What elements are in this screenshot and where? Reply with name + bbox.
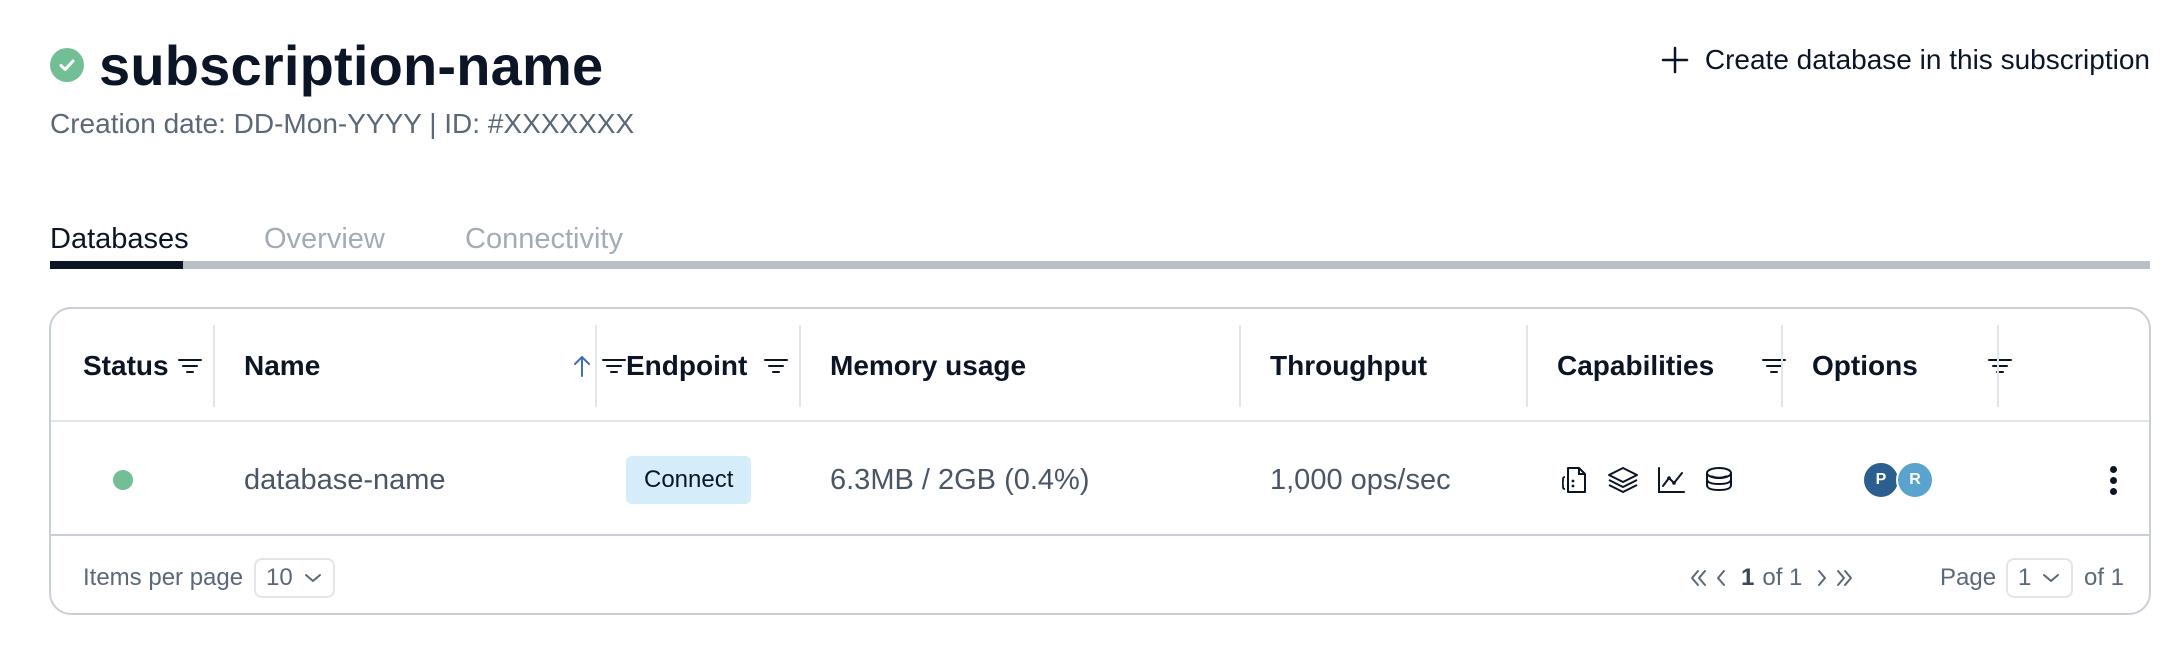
plus-icon [1661,46,1689,74]
column-divider [1526,325,1528,407]
table-footer: Items per page 10 1 of 1 Page 1 of 1 [51,538,2149,613]
database-stack-icon [1701,462,1737,498]
connect-button[interactable]: Connect [626,456,752,504]
tab-overview[interactable]: Overview [264,223,385,256]
column-header-memory: Memory usage [830,350,1027,381]
column-label-capabilities: Capabilities [1557,350,1715,381]
tab-track [50,261,2150,269]
timeseries-chart-icon [1653,462,1689,498]
column-label-status: Status [83,350,169,381]
capabilities-filter-icon[interactable] [1759,351,1789,381]
column-label-name: Name [244,350,321,381]
status-cell [113,424,133,536]
column-header-throughput: Throughput [1270,350,1428,381]
table-header: Status Name Endpoint Memory usage Throug… [51,309,2149,422]
range-total: of 1 [1762,563,1803,591]
json-doc-icon [1557,462,1593,498]
table-row[interactable]: database-name Connect 6.3MB / 2GB (0.4%)… [51,424,2149,536]
tab-databases[interactable]: Databases [50,223,189,256]
database-name-link[interactable]: database-name [244,424,446,536]
column-header-endpoint: Endpoint [626,325,791,407]
page-title: subscription-name [99,33,604,97]
column-label-options: Options [1812,350,1918,381]
memory-usage-cell: 6.3MB / 2GB (0.4%) [830,463,1090,496]
page-header: subscription-name Creation date: DD-Mon-… [50,30,2150,150]
column-header-capabilities: Capabilities [1557,325,1789,407]
create-database-button[interactable]: Create database in this subscription [1661,44,2150,76]
column-header-options: Options [1812,325,2015,407]
options-filter-icon[interactable] [1985,351,2015,381]
more-actions-icon[interactable] [2098,460,2128,500]
status-filter-icon[interactable] [175,351,205,381]
column-label-endpoint: Endpoint [626,350,748,381]
endpoint-cell: Connect [626,424,752,536]
avatar: R [1896,461,1934,499]
column-divider [799,325,801,407]
column-divider [1781,325,1783,407]
page-total: of 1 [2084,563,2125,591]
column-divider [213,325,215,407]
databases-table: Status Name Endpoint Memory usage Throug… [49,307,2151,615]
next-page-icon[interactable] [1814,567,1830,589]
column-divider [595,325,597,407]
chevron-down-icon [304,573,321,582]
status-active-dot [113,470,133,490]
page-subtitle: Creation date: DD-Mon-YYYY | ID: #XXXXXX… [50,108,635,139]
current-range: 1 [1741,563,1755,591]
items-per-page-select[interactable]: 10 [254,557,335,598]
options-cell: P R [1862,424,1934,536]
column-divider [1997,325,1999,407]
tab-connectivity[interactable]: Connectivity [465,223,623,256]
last-page-icon[interactable] [1834,567,1856,589]
capabilities-cell [1557,424,1749,536]
endpoint-filter-icon[interactable] [761,351,791,381]
sort-ascending-icon[interactable] [567,351,597,381]
page-select-value: 1 [2018,563,2032,591]
layers-icon [1605,462,1641,498]
status-check-icon [50,48,84,82]
throughput-cell: 1,000 ops/sec [1270,463,1451,496]
create-database-label: Create database in this subscription [1704,44,2150,75]
row-actions-wrapper [2098,424,2128,536]
items-per-page-label: Items per page [83,563,244,591]
tab-active-indicator [50,261,183,269]
column-divider [1239,325,1241,407]
items-per-page-value: 10 [266,563,293,591]
chevron-down-icon [2043,573,2060,582]
first-page-icon[interactable] [1687,567,1709,589]
page-select[interactable]: 1 [2006,557,2074,598]
avatar: P [1862,461,1900,499]
tab-bar: Databases Overview Connectivity [50,205,2150,269]
pagination-controls: 1 of 1 [1687,564,1856,592]
column-header-status: Status [83,325,205,407]
page-label: Page [1940,563,1997,591]
column-header-name: Name [244,325,629,407]
previous-page-icon[interactable] [1713,567,1729,589]
name-filter-icon[interactable] [599,351,629,381]
